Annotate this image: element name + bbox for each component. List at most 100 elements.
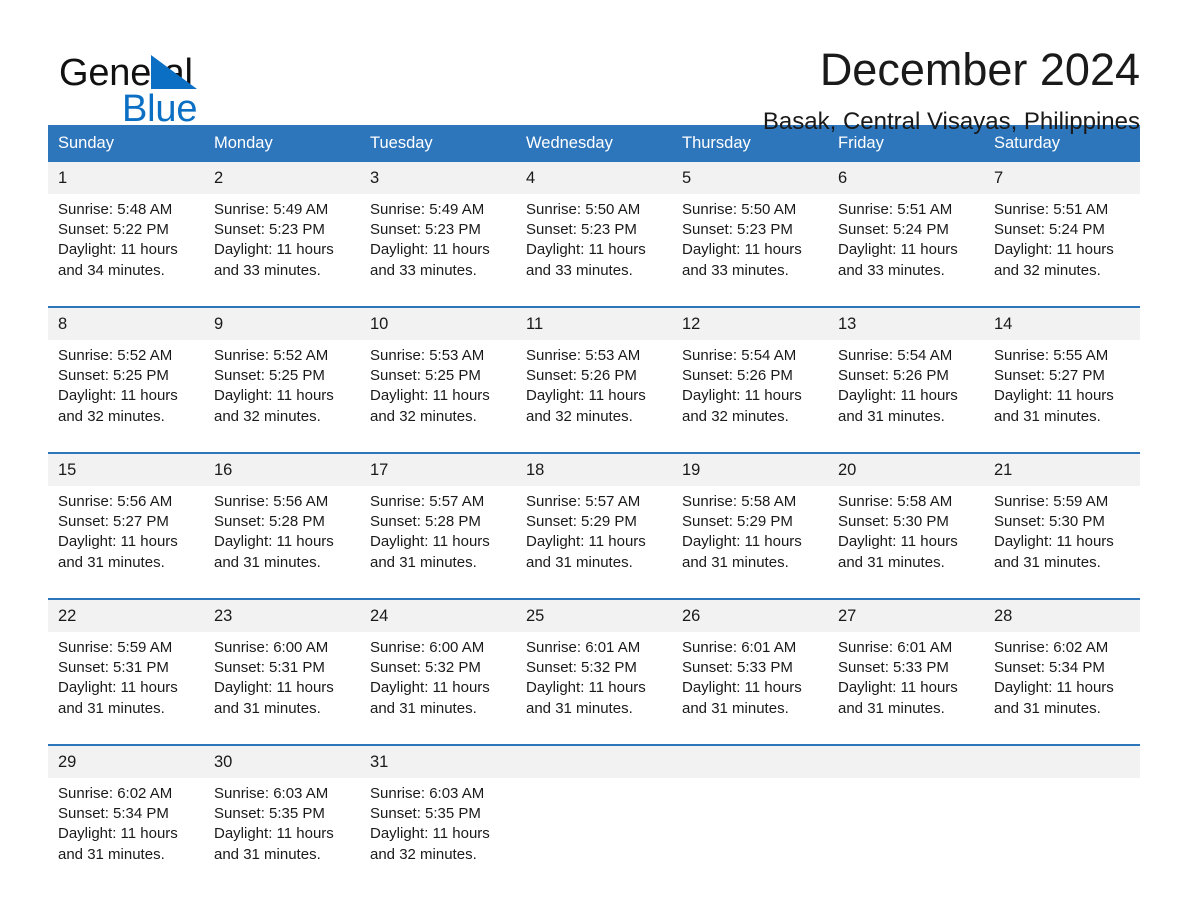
day-number[interactable]: 29 xyxy=(48,744,204,778)
day-number[interactable]: 14 xyxy=(984,306,1140,340)
day-cell[interactable]: Sunrise: 5:58 AM Sunset: 5:29 PM Dayligh… xyxy=(672,486,828,599)
day-cell[interactable]: Sunrise: 5:54 AM Sunset: 5:26 PM Dayligh… xyxy=(828,340,984,453)
day-cell[interactable]: Sunrise: 5:57 AM Sunset: 5:29 PM Dayligh… xyxy=(516,486,672,599)
day-cell[interactable]: Sunrise: 5:56 AM Sunset: 5:28 PM Dayligh… xyxy=(204,486,360,599)
day-cell[interactable]: Sunrise: 5:53 AM Sunset: 5:25 PM Dayligh… xyxy=(360,340,516,453)
day-cell[interactable]: Sunrise: 5:48 AM Sunset: 5:22 PM Dayligh… xyxy=(48,194,204,307)
daylight-text: Daylight: 11 hours and 31 minutes. xyxy=(526,679,646,717)
day-cell[interactable]: Sunrise: 5:49 AM Sunset: 5:23 PM Dayligh… xyxy=(204,194,360,307)
sunrise-text: Sunrise: 6:02 AM xyxy=(994,639,1109,656)
sunrise-text: Sunrise: 5:53 AM xyxy=(370,347,485,364)
day-number[interactable]: 6 xyxy=(828,162,984,194)
calendar-body: 1 2 3 4 5 6 7 Sunrise: 5:48 AM Sunset: 5… xyxy=(48,162,1140,890)
week-4-date-row: 22 23 24 25 26 27 28 xyxy=(48,598,1140,632)
sunset-text: Sunset: 5:33 PM xyxy=(682,659,793,677)
day-cell[interactable]: Sunrise: 5:54 AM Sunset: 5:26 PM Dayligh… xyxy=(672,340,828,453)
day-number[interactable]: 3 xyxy=(360,162,516,194)
sunset-text: Sunset: 5:25 PM xyxy=(370,367,481,385)
sunrise-text: Sunrise: 5:55 AM xyxy=(994,347,1109,364)
day-number[interactable]: 1 xyxy=(48,162,204,194)
day-cell[interactable]: Sunrise: 5:59 AM Sunset: 5:30 PM Dayligh… xyxy=(984,486,1140,599)
day-number[interactable]: 26 xyxy=(672,598,828,632)
day-number[interactable]: 28 xyxy=(984,598,1140,632)
sunrise-text: Sunrise: 5:58 AM xyxy=(682,493,797,510)
day-cell[interactable]: Sunrise: 5:50 AM Sunset: 5:23 PM Dayligh… xyxy=(672,194,828,307)
day-number[interactable]: 27 xyxy=(828,598,984,632)
day-number[interactable]: 2 xyxy=(204,162,360,194)
day-cell[interactable]: Sunrise: 5:51 AM Sunset: 5:24 PM Dayligh… xyxy=(984,194,1140,307)
week-3-date-row: 15 16 17 18 19 20 21 xyxy=(48,452,1140,486)
day-cell[interactable]: Sunrise: 6:02 AM Sunset: 5:34 PM Dayligh… xyxy=(984,632,1140,745)
day-cell[interactable]: Sunrise: 5:53 AM Sunset: 5:26 PM Dayligh… xyxy=(516,340,672,453)
day-number[interactable]: 20 xyxy=(828,452,984,486)
sunset-text: Sunset: 5:23 PM xyxy=(682,221,793,239)
logo-triangle-icon xyxy=(151,55,197,89)
day-number[interactable]: 12 xyxy=(672,306,828,340)
day-cell[interactable]: Sunrise: 5:50 AM Sunset: 5:23 PM Dayligh… xyxy=(516,194,672,307)
week-2-date-row: 8 9 10 11 12 13 14 xyxy=(48,306,1140,340)
sunset-text: Sunset: 5:32 PM xyxy=(526,659,637,677)
day-number[interactable]: 24 xyxy=(360,598,516,632)
sunrise-text: Sunrise: 5:52 AM xyxy=(58,347,173,364)
day-cell[interactable]: Sunrise: 5:59 AM Sunset: 5:31 PM Dayligh… xyxy=(48,632,204,745)
daylight-text: Daylight: 11 hours and 32 minutes. xyxy=(58,387,178,425)
daylight-text: Daylight: 11 hours and 33 minutes. xyxy=(526,241,646,279)
sunset-text: Sunset: 5:29 PM xyxy=(682,513,793,531)
daylight-text: Daylight: 11 hours and 31 minutes. xyxy=(994,679,1114,717)
day-number[interactable]: 16 xyxy=(204,452,360,486)
day-cell[interactable]: Sunrise: 6:02 AM Sunset: 5:34 PM Dayligh… xyxy=(48,778,204,890)
day-number[interactable]: 10 xyxy=(360,306,516,340)
day-number[interactable]: 15 xyxy=(48,452,204,486)
day-number[interactable]: 25 xyxy=(516,598,672,632)
day-number[interactable]: 23 xyxy=(204,598,360,632)
sunrise-text: Sunrise: 5:54 AM xyxy=(838,347,953,364)
sunset-text: Sunset: 5:23 PM xyxy=(214,221,325,239)
sunrise-text: Sunrise: 5:49 AM xyxy=(214,201,329,218)
day-cell[interactable]: Sunrise: 6:00 AM Sunset: 5:32 PM Dayligh… xyxy=(360,632,516,745)
daylight-text: Daylight: 11 hours and 31 minutes. xyxy=(58,679,178,717)
day-number[interactable]: 17 xyxy=(360,452,516,486)
day-cell[interactable]: Sunrise: 5:52 AM Sunset: 5:25 PM Dayligh… xyxy=(48,340,204,453)
day-number[interactable]: 30 xyxy=(204,744,360,778)
day-cell-empty xyxy=(828,778,984,890)
day-number[interactable]: 31 xyxy=(360,744,516,778)
day-cell[interactable]: Sunrise: 5:57 AM Sunset: 5:28 PM Dayligh… xyxy=(360,486,516,599)
day-cell[interactable]: Sunrise: 6:01 AM Sunset: 5:32 PM Dayligh… xyxy=(516,632,672,745)
sunset-text: Sunset: 5:29 PM xyxy=(526,513,637,531)
week-5-date-row: 29 30 31 xyxy=(48,744,1140,778)
day-cell-empty xyxy=(516,744,672,778)
day-number[interactable]: 8 xyxy=(48,306,204,340)
day-number[interactable]: 21 xyxy=(984,452,1140,486)
day-number[interactable]: 22 xyxy=(48,598,204,632)
day-cell[interactable]: Sunrise: 5:52 AM Sunset: 5:25 PM Dayligh… xyxy=(204,340,360,453)
sunset-text: Sunset: 5:34 PM xyxy=(994,659,1105,677)
day-number[interactable]: 4 xyxy=(516,162,672,194)
day-number[interactable]: 19 xyxy=(672,452,828,486)
title-block: December 2024 Basak, Central Visayas, Ph… xyxy=(763,44,1140,136)
day-number[interactable]: 11 xyxy=(516,306,672,340)
day-cell[interactable]: Sunrise: 6:03 AM Sunset: 5:35 PM Dayligh… xyxy=(360,778,516,890)
day-cell[interactable]: Sunrise: 6:03 AM Sunset: 5:35 PM Dayligh… xyxy=(204,778,360,890)
day-number[interactable]: 5 xyxy=(672,162,828,194)
day-cell[interactable]: Sunrise: 5:49 AM Sunset: 5:23 PM Dayligh… xyxy=(360,194,516,307)
sunset-text: Sunset: 5:35 PM xyxy=(370,805,481,823)
daylight-text: Daylight: 11 hours and 32 minutes. xyxy=(994,241,1114,279)
sunrise-text: Sunrise: 5:54 AM xyxy=(682,347,797,364)
daylight-text: Daylight: 11 hours and 32 minutes. xyxy=(682,387,802,425)
day-cell[interactable]: Sunrise: 5:56 AM Sunset: 5:27 PM Dayligh… xyxy=(48,486,204,599)
day-number[interactable]: 7 xyxy=(984,162,1140,194)
day-cell[interactable]: Sunrise: 5:55 AM Sunset: 5:27 PM Dayligh… xyxy=(984,340,1140,453)
day-number[interactable]: 9 xyxy=(204,306,360,340)
day-cell[interactable]: Sunrise: 6:00 AM Sunset: 5:31 PM Dayligh… xyxy=(204,632,360,745)
sunset-text: Sunset: 5:33 PM xyxy=(838,659,949,677)
day-cell[interactable]: Sunrise: 6:01 AM Sunset: 5:33 PM Dayligh… xyxy=(672,632,828,745)
sunrise-text: Sunrise: 6:00 AM xyxy=(214,639,329,656)
sunset-text: Sunset: 5:32 PM xyxy=(370,659,481,677)
day-number[interactable]: 18 xyxy=(516,452,672,486)
day-number[interactable]: 13 xyxy=(828,306,984,340)
sunrise-text: Sunrise: 5:51 AM xyxy=(838,201,953,218)
page-title: December 2024 xyxy=(819,44,1140,95)
day-cell[interactable]: Sunrise: 5:58 AM Sunset: 5:30 PM Dayligh… xyxy=(828,486,984,599)
day-cell[interactable]: Sunrise: 5:51 AM Sunset: 5:24 PM Dayligh… xyxy=(828,194,984,307)
day-cell[interactable]: Sunrise: 6:01 AM Sunset: 5:33 PM Dayligh… xyxy=(828,632,984,745)
